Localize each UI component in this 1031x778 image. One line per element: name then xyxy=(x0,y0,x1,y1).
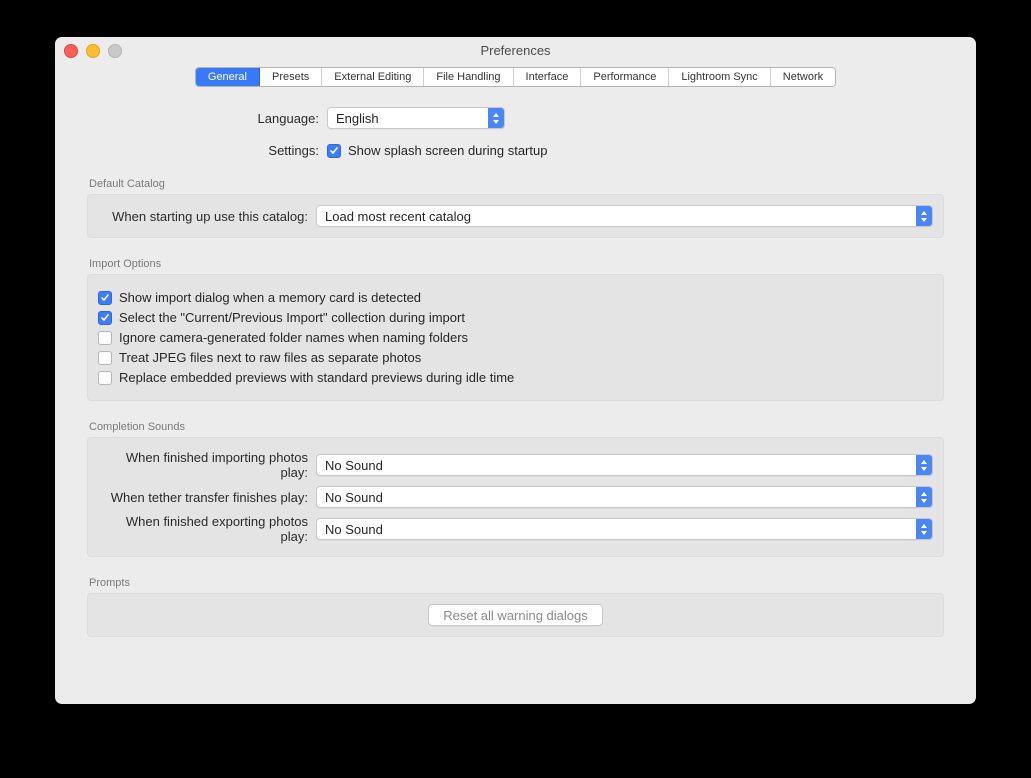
show-import-dialog-checkbox[interactable] xyxy=(98,291,112,305)
chevron-updown-icon xyxy=(916,206,932,226)
tether-finished-label: When tether transfer finishes play: xyxy=(98,490,316,505)
startup-catalog-label: When starting up use this catalog: xyxy=(98,209,316,224)
splash-screen-label: Show splash screen during startup xyxy=(348,143,547,158)
tab-bar: General Presets External Editing File Ha… xyxy=(55,67,976,87)
window-title: Preferences xyxy=(480,43,550,58)
import-options-section: Import Options Show import dialog when a… xyxy=(87,258,944,401)
startup-catalog-select[interactable]: Load most recent catalog xyxy=(316,205,933,227)
chevron-updown-icon xyxy=(916,455,932,475)
tab-external-editing[interactable]: External Editing xyxy=(322,68,424,86)
default-catalog-section: Default Catalog When starting up use thi… xyxy=(87,178,944,238)
minimize-icon[interactable] xyxy=(86,44,100,58)
prompts-section: Prompts Reset all warning dialogs xyxy=(87,577,944,637)
tether-finished-select[interactable]: No Sound xyxy=(316,486,933,508)
tab-file-handling[interactable]: File Handling xyxy=(424,68,513,86)
splash-screen-checkbox[interactable] xyxy=(327,144,341,158)
finished-importing-label: When finished importing photos play: xyxy=(98,450,316,480)
preferences-window: Preferences General Presets External Edi… xyxy=(55,37,976,704)
tab-interface[interactable]: Interface xyxy=(514,68,582,86)
zoom-icon xyxy=(108,44,122,58)
replace-previews-label: Replace embedded previews with standard … xyxy=(119,370,514,385)
select-current-import-checkbox[interactable] xyxy=(98,311,112,325)
tether-finished-value: No Sound xyxy=(317,490,932,505)
language-value: English xyxy=(328,111,401,126)
tab-lightroom-sync[interactable]: Lightroom Sync xyxy=(669,68,770,86)
completion-sounds-section: Completion Sounds When finished importin… xyxy=(87,421,944,557)
tab-general[interactable]: General xyxy=(196,68,260,86)
window-controls xyxy=(64,44,122,58)
language-select[interactable]: English xyxy=(327,107,505,129)
settings-label: Settings: xyxy=(87,143,327,158)
titlebar: Preferences xyxy=(55,37,976,63)
import-options-heading: Import Options xyxy=(89,258,944,270)
treat-jpeg-separate-checkbox[interactable] xyxy=(98,351,112,365)
chevron-updown-icon xyxy=(488,108,504,128)
replace-previews-checkbox[interactable] xyxy=(98,371,112,385)
finished-exporting-value: No Sound xyxy=(317,522,932,537)
default-catalog-heading: Default Catalog xyxy=(89,178,944,190)
finished-exporting-label: When finished exporting photos play: xyxy=(98,514,316,544)
chevron-updown-icon xyxy=(916,487,932,507)
content-pane: Language: English Settings: Show splash … xyxy=(75,87,956,689)
select-current-import-label: Select the "Current/Previous Import" col… xyxy=(119,310,465,325)
completion-sounds-heading: Completion Sounds xyxy=(89,421,944,433)
tab-segmented-control: General Presets External Editing File Ha… xyxy=(195,67,836,87)
reset-warning-dialogs-button[interactable]: Reset all warning dialogs xyxy=(428,604,603,626)
finished-importing-select[interactable]: No Sound xyxy=(316,454,933,476)
ignore-folder-names-checkbox[interactable] xyxy=(98,331,112,345)
show-import-dialog-label: Show import dialog when a memory card is… xyxy=(119,290,421,305)
prompts-heading: Prompts xyxy=(89,577,944,589)
treat-jpeg-separate-label: Treat JPEG files next to raw files as se… xyxy=(119,350,421,365)
startup-catalog-value: Load most recent catalog xyxy=(317,209,932,224)
tab-presets[interactable]: Presets xyxy=(260,68,322,86)
finished-importing-value: No Sound xyxy=(317,458,932,473)
ignore-folder-names-label: Ignore camera-generated folder names whe… xyxy=(119,330,468,345)
language-label: Language: xyxy=(87,111,327,126)
close-icon[interactable] xyxy=(64,44,78,58)
tab-performance[interactable]: Performance xyxy=(581,68,669,86)
chevron-updown-icon xyxy=(916,519,932,539)
tab-network[interactable]: Network xyxy=(771,68,835,86)
finished-exporting-select[interactable]: No Sound xyxy=(316,518,933,540)
